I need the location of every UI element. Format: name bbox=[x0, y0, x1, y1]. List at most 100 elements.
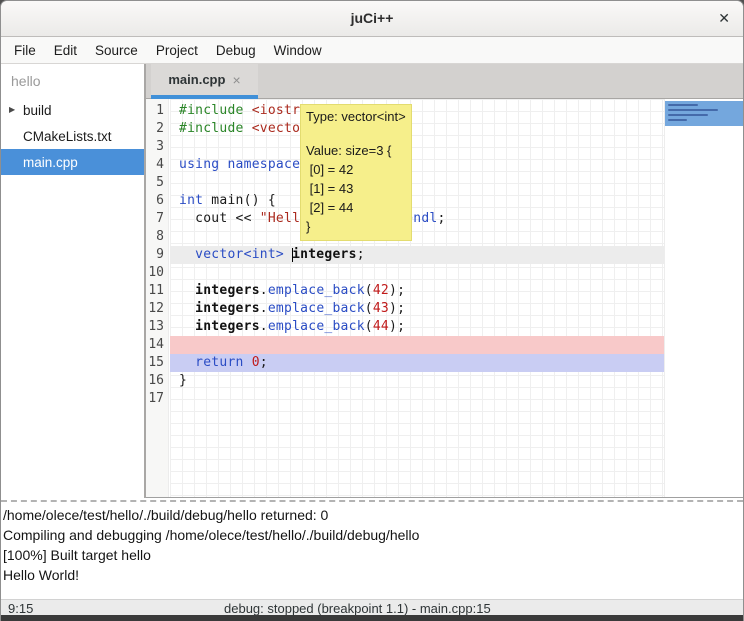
code-token: ( bbox=[365, 301, 373, 316]
line-number[interactable]: 9 bbox=[146, 246, 168, 264]
code-line-17[interactable] bbox=[170, 390, 664, 408]
tooltip-value-line: [1] = 43 bbox=[306, 179, 407, 198]
code-token: ); bbox=[389, 283, 405, 298]
menubar: FileEditSourceProjectDebugWindow bbox=[1, 37, 743, 64]
code-text-area[interactable]: #include <iostream>#include <vector> usin… bbox=[170, 99, 664, 497]
sidebar-item-build[interactable]: ▶build bbox=[1, 97, 144, 123]
code-token: 44 bbox=[373, 319, 389, 334]
tooltip-value-line: [2] = 44 bbox=[306, 198, 407, 217]
code-token: } bbox=[179, 373, 187, 388]
line-number[interactable]: 6 bbox=[146, 192, 168, 210]
sidebar-item-cmakelists-txt[interactable]: CMakeLists.txt bbox=[1, 123, 144, 149]
menu-item-project[interactable]: Project bbox=[147, 39, 207, 62]
code-token bbox=[179, 301, 195, 316]
minimap-viewport[interactable] bbox=[665, 101, 744, 126]
line-number[interactable]: 17 bbox=[146, 390, 168, 408]
code-token: using namespace bbox=[179, 157, 300, 172]
expander-icon[interactable]: ▶ bbox=[9, 105, 15, 114]
code-line-13[interactable]: integers.emplace_back(44); bbox=[170, 318, 664, 336]
code-token: ; bbox=[357, 247, 365, 262]
debug-value-tooltip: Type: vector<int> Value: size=3 { [0] = … bbox=[300, 104, 412, 241]
close-icon[interactable]: ✕ bbox=[718, 10, 730, 27]
debug-status: debug: stopped (breakpoint 1.1) - main.c… bbox=[224, 601, 491, 616]
terminal-line: Compiling and debugging /home/olece/test… bbox=[3, 525, 743, 545]
code-line-8[interactable] bbox=[170, 228, 664, 246]
code-line-3[interactable] bbox=[170, 138, 664, 156]
file-tree: ▶build CMakeLists.txt main.cpp bbox=[1, 97, 144, 175]
line-number[interactable]: 5 bbox=[146, 174, 168, 192]
code-line-11[interactable]: integers.emplace_back(42); bbox=[170, 282, 664, 300]
menu-item-file[interactable]: File bbox=[5, 39, 45, 62]
code-token: integers bbox=[292, 247, 357, 262]
code-line-4[interactable]: using namespace std; bbox=[170, 156, 664, 174]
line-number[interactable]: 12 bbox=[146, 300, 168, 318]
code-token: 0 bbox=[252, 355, 260, 370]
line-number[interactable]: 15 bbox=[146, 354, 168, 372]
line-number[interactable]: 13 bbox=[146, 318, 168, 336]
tooltip-value-line: Value: size=3 { bbox=[306, 141, 407, 160]
code-line-5[interactable] bbox=[170, 174, 664, 192]
code-token: ( bbox=[365, 319, 373, 334]
code-token bbox=[179, 247, 195, 262]
code-line-1[interactable]: #include <iostream> bbox=[170, 102, 664, 120]
minimap[interactable] bbox=[664, 99, 744, 497]
line-number[interactable]: 8 bbox=[146, 228, 168, 246]
window-title: juCi++ bbox=[1, 10, 743, 26]
tooltip-value-line: [0] = 42 bbox=[306, 160, 407, 179]
line-number[interactable]: 7 bbox=[146, 210, 168, 228]
code-editor[interactable]: 1234567891011121314151617 #include <iost… bbox=[146, 99, 744, 498]
code-line-16[interactable]: } bbox=[170, 372, 664, 390]
minimap-code-mark bbox=[668, 109, 718, 111]
minimap-code-mark bbox=[668, 119, 687, 121]
project-name: hello bbox=[1, 64, 144, 97]
minimap-code-mark bbox=[668, 114, 708, 116]
terminal-output[interactable]: /home/olece/test/hello/./build/debug/hel… bbox=[1, 502, 743, 599]
menu-item-edit[interactable]: Edit bbox=[45, 39, 86, 62]
tab-close-icon[interactable]: × bbox=[232, 72, 240, 88]
tooltip-type-line: Type: vector<int> bbox=[306, 108, 407, 126]
line-number[interactable]: 10 bbox=[146, 264, 168, 282]
line-number[interactable]: 4 bbox=[146, 156, 168, 174]
terminal-line: Hello World! bbox=[3, 565, 743, 585]
code-line-2[interactable]: #include <vector> bbox=[170, 120, 664, 138]
menu-item-debug[interactable]: Debug bbox=[207, 39, 265, 62]
line-number-gutter[interactable]: 1234567891011121314151617 bbox=[146, 99, 169, 497]
code-token: . bbox=[260, 319, 268, 334]
code-token: #include bbox=[179, 121, 252, 136]
tree-item-label: CMakeLists.txt bbox=[1, 129, 112, 144]
terminal-line: [100%] Built target hello bbox=[3, 545, 743, 565]
line-number[interactable]: 11 bbox=[146, 282, 168, 300]
code-line-7[interactable]: cout << "Hello World!" << endl; bbox=[170, 210, 664, 228]
code-line-9[interactable]: vector<int> integers; bbox=[170, 246, 664, 264]
code-token: cout << bbox=[179, 211, 260, 226]
line-number[interactable]: 2 bbox=[146, 120, 168, 138]
code-line-15[interactable]: return 0; bbox=[170, 354, 664, 372]
sidebar-item-main-cpp[interactable]: main.cpp bbox=[1, 149, 144, 175]
file-tree-sidebar: hello ▶build CMakeLists.txt main.cpp bbox=[1, 64, 146, 498]
line-number[interactable]: 16 bbox=[146, 372, 168, 390]
code-line-12[interactable]: integers.emplace_back(43); bbox=[170, 300, 664, 318]
app-window: juCi++ ✕ FileEditSourceProjectDebugWindo… bbox=[0, 0, 744, 621]
code-token: integers bbox=[195, 283, 260, 298]
line-number[interactable]: 14 bbox=[146, 336, 168, 354]
tab-bar: main.cpp × bbox=[146, 64, 744, 99]
code-line-6[interactable]: int main() { bbox=[170, 192, 664, 210]
code-line-14[interactable] bbox=[170, 336, 664, 354]
code-token bbox=[179, 283, 195, 298]
code-token bbox=[179, 355, 195, 370]
code-token: int bbox=[179, 193, 203, 208]
code-token: #include bbox=[179, 103, 252, 118]
titlebar[interactable]: juCi++ ✕ bbox=[1, 1, 743, 37]
code-token bbox=[284, 247, 292, 262]
line-number[interactable]: 1 bbox=[146, 102, 168, 120]
code-token: 43 bbox=[373, 301, 389, 316]
menu-item-source[interactable]: Source bbox=[86, 39, 147, 62]
tab-main-cpp[interactable]: main.cpp × bbox=[151, 64, 258, 99]
tooltip-value-block: Value: size=3 { [0] = 42 [1] = 43 [2] = … bbox=[306, 141, 407, 236]
code-token: return bbox=[195, 355, 243, 370]
menu-item-window[interactable]: Window bbox=[265, 39, 331, 62]
terminal-line: /home/olece/test/hello/./build/debug/hel… bbox=[3, 505, 743, 525]
code-token bbox=[179, 319, 195, 334]
line-number[interactable]: 3 bbox=[146, 138, 168, 156]
code-line-10[interactable] bbox=[170, 264, 664, 282]
